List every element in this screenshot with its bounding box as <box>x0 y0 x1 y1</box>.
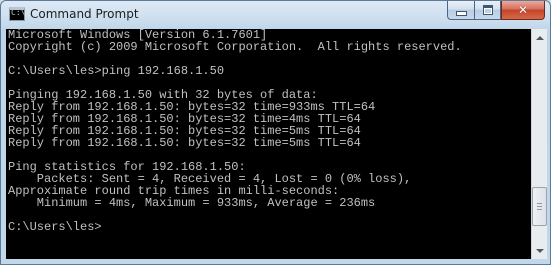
scroll-up-button[interactable] <box>532 29 547 46</box>
window-title: Command Prompt <box>30 7 139 21</box>
command-prompt-window: C:\ Command Prompt ✕ Microsoft Windows [… <box>0 0 551 265</box>
scroll-down-button[interactable] <box>532 242 547 259</box>
scroll-down-arrow-icon <box>535 248 544 253</box>
minimize-button[interactable] <box>447 1 474 20</box>
console-text: Microsoft Windows [Version 6.1.7601] Cop… <box>6 29 531 233</box>
maximize-button[interactable] <box>474 1 501 20</box>
command-prompt-icon[interactable]: C:\ <box>9 7 25 21</box>
close-button[interactable]: ✕ <box>501 1 545 20</box>
console-line: Reply from 192.168.1.50: bytes=32 time=5… <box>8 136 361 150</box>
scroll-track[interactable] <box>532 46 547 242</box>
scroll-up-arrow-icon <box>535 35 544 40</box>
console-line: Copyright (c) 2009 Microsoft Corporation… <box>8 40 462 54</box>
console-line: Minimum = 4ms, Maximum = 933ms, Average … <box>8 196 376 210</box>
title-bar[interactable]: C:\ Command Prompt ✕ <box>1 1 550 29</box>
close-icon: ✕ <box>517 3 529 17</box>
console-line: C:\Users\les> <box>8 220 102 234</box>
scroll-thumb[interactable] <box>532 187 547 226</box>
console-output[interactable]: Microsoft Windows [Version 6.1.7601] Cop… <box>6 29 531 259</box>
console-line: C:\Users\les>ping 192.168.1.50 <box>8 64 225 78</box>
window-controls: ✕ <box>447 1 545 20</box>
window-bottom-border <box>1 259 550 264</box>
maximize-icon <box>482 5 493 15</box>
minimize-icon <box>455 10 467 16</box>
scroll-grip-icon <box>537 202 542 211</box>
vertical-scrollbar[interactable] <box>531 29 547 259</box>
app-icon-glyph: C:\ <box>11 8 26 17</box>
